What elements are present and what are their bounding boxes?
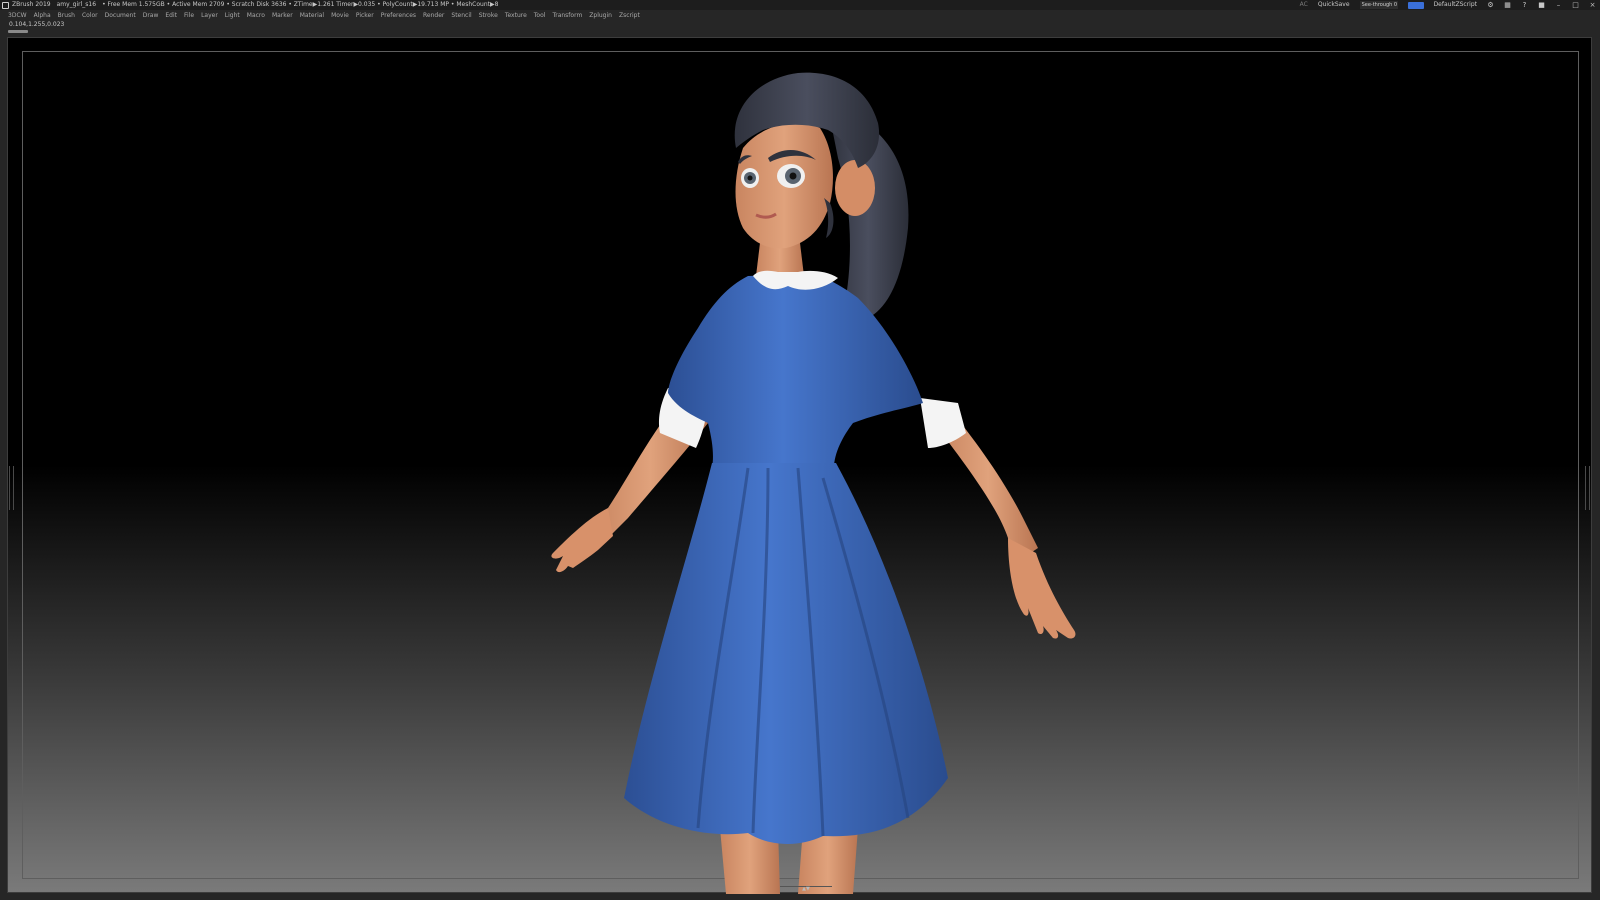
zbrush-logo-icon [2, 1, 9, 9]
bottom-tray-handle[interactable]: ▲▼ [780, 886, 832, 892]
see-through-label: See-through 0 [1361, 2, 1398, 8]
menu-light[interactable]: Light [225, 12, 240, 19]
menu-material[interactable]: Material [300, 12, 324, 19]
menu-stencil[interactable]: Stencil [451, 12, 471, 19]
memory-stats: • Free Mem 1.575GB • Active Mem 2709 • S… [102, 1, 499, 8]
settings-icon[interactable]: ⚙ [1487, 1, 1494, 9]
minimize-icon[interactable]: – [1555, 1, 1562, 9]
close-icon[interactable]: × [1589, 1, 1596, 9]
default-zscript-button[interactable]: DefaultZScript [1434, 0, 1477, 10]
quicksave-button[interactable]: QuickSave [1318, 0, 1350, 10]
menu-preferences[interactable]: Preferences [381, 12, 416, 19]
menu-texture[interactable]: Texture [505, 12, 527, 19]
menu-3dcw[interactable]: 3DCW [8, 12, 27, 19]
3d-model-character[interactable] [8, 38, 1593, 894]
help-icon[interactable]: ? [1521, 1, 1528, 9]
right-arm [920, 398, 1076, 639]
menus-toggle-button[interactable] [1407, 1, 1424, 9]
ac-toggle[interactable]: AC [1300, 0, 1308, 10]
maximize-icon[interactable]: □ [1572, 1, 1579, 9]
menu-document[interactable]: Document [105, 12, 136, 19]
file-name: amy_girl_s16 [56, 1, 97, 8]
menu-draw[interactable]: Draw [143, 12, 159, 19]
status-row: 0.104,1.255,0.023 [0, 20, 1600, 36]
menu-file[interactable]: File [184, 12, 194, 19]
title-bar: ZBrush 2019 amy_girl_s16 • Free Mem 1.57… [0, 0, 1600, 10]
main-menu-bar: 3DCW Alpha Brush Color Document Draw Edit File L… [0, 10, 1600, 20]
menu-edit[interactable]: Edit [165, 12, 177, 19]
menu-marker[interactable]: Marker [272, 12, 293, 19]
menu-stroke[interactable]: Stroke [479, 12, 498, 19]
menu-movie[interactable]: Movie [331, 12, 349, 19]
menu-macro[interactable]: Macro [247, 12, 265, 19]
status-slider[interactable] [8, 30, 28, 33]
app-title: ZBrush 2019 [12, 1, 51, 8]
document-viewport[interactable]: ▲▼ [7, 37, 1593, 894]
menu-picker[interactable]: Picker [356, 12, 374, 19]
see-through-slider[interactable]: See-through 0 [1359, 1, 1398, 9]
menu-zplugin[interactable]: Zplugin [589, 12, 612, 19]
lock-icon[interactable]: ■ [1538, 1, 1545, 9]
left-arm [551, 388, 708, 573]
menu-render[interactable]: Render [423, 12, 444, 19]
menu-brush[interactable]: Brush [58, 12, 75, 19]
layout-icon[interactable]: ▦ [1504, 1, 1511, 9]
menu-color[interactable]: Color [82, 12, 98, 19]
menu-transform[interactable]: Transform [552, 12, 582, 19]
dress-skirt [624, 463, 948, 844]
menu-alpha[interactable]: Alpha [34, 12, 51, 19]
menu-layer[interactable]: Layer [201, 12, 218, 19]
menu-zscript[interactable]: Zscript [619, 12, 640, 19]
ear [835, 160, 875, 216]
menu-tool[interactable]: Tool [534, 12, 546, 19]
cursor-coordinates: 0.104,1.255,0.023 [9, 21, 65, 28]
